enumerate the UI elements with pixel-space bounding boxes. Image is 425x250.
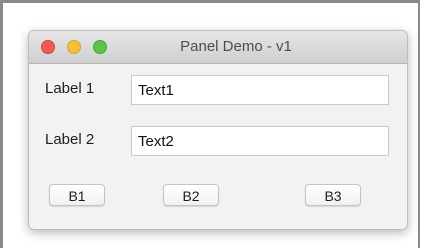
window-title: Panel Demo - v1 <box>180 38 292 55</box>
b3-button[interactable]: B3 <box>305 184 361 206</box>
b1-button[interactable]: B1 <box>49 184 105 206</box>
label-1: Label 1 <box>45 80 95 97</box>
title-bar[interactable]: Panel Demo - v1 <box>29 31 407 64</box>
b2-button[interactable]: B2 <box>163 184 219 206</box>
panel-demo-window: Panel Demo - v1 Label 1 Text1 Label 2 Te… <box>28 30 408 230</box>
panel-content: Label 1 Text1 Label 2 Text2 B1 B2 B3 <box>29 64 407 229</box>
text-field-1[interactable]: Text1 <box>131 75 389 105</box>
label-2: Label 2 <box>45 131 95 148</box>
text-field-2[interactable]: Text2 <box>131 126 389 156</box>
